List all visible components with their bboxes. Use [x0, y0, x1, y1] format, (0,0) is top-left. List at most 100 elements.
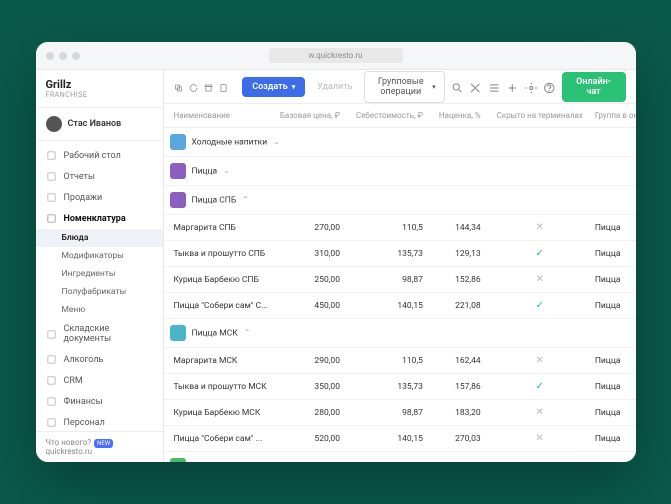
table-row[interactable]: Маргарита МСК290,00110,5162,44✕Пицца — [164, 348, 636, 374]
item-cost: 110,5 — [350, 348, 433, 374]
item-price: 350,00 — [274, 374, 350, 400]
table-row[interactable]: Тыква и прошутто МСК350,00135,73157,86✓П… — [164, 374, 636, 400]
app-window: w.quickresto.ru Grillz FRANCHISE Стас Ив… — [36, 42, 636, 462]
item-group: Пицца — [589, 348, 636, 374]
item-markup: 162,44 — [433, 348, 491, 374]
sidebar-item-7[interactable]: Финансы — [36, 391, 163, 412]
max-dot[interactable] — [72, 52, 80, 60]
group-ops-button[interactable]: Групповые операции — [364, 71, 444, 103]
col-header-3[interactable]: Наценка, % — [433, 104, 491, 128]
search-icon[interactable] — [451, 80, 464, 94]
group-row[interactable]: Пицца⌄ — [164, 157, 636, 186]
sidebar-item-8[interactable]: Персонал — [36, 412, 163, 431]
item-price: 450,00 — [274, 293, 350, 319]
item-name: Курица Барбекю МСК — [164, 400, 274, 426]
sidebar-item-3[interactable]: Номенклатура — [36, 208, 163, 229]
item-markup: 152,86 — [433, 267, 491, 293]
table-row[interactable]: Маргарита СПБ270,00110,5144,34✕Пицца — [164, 215, 636, 241]
item-price: 520,00 — [274, 426, 350, 452]
item-name: Курица Барбекю СПБ — [164, 267, 274, 293]
item-cost: 110,5 — [350, 215, 433, 241]
group-row[interactable]: Пицца СПБ⌃ — [164, 186, 636, 215]
archive-icon[interactable] — [204, 80, 213, 94]
copy-icon[interactable] — [174, 80, 183, 94]
item-markup: 157,86 — [433, 374, 491, 400]
chevron-icon: ⌃ — [244, 328, 251, 337]
sidebar: Grillz FRANCHISE Стас Иванов Рабочий сто… — [36, 70, 164, 462]
items-table: НаименованиеБазовая цена, ₽Себестоимость… — [164, 104, 636, 462]
item-hidden: ✕ — [491, 215, 589, 241]
item-name: Маргарита МСК — [164, 348, 274, 374]
chat-button[interactable]: Онлайн-чат — [562, 72, 626, 102]
col-header-5[interactable]: Группа в онлайн-меню — [589, 104, 636, 128]
item-cost: 98,87 — [350, 400, 433, 426]
tools-icon[interactable] — [469, 80, 482, 94]
sidebar-subitem-3-4[interactable]: Меню — [36, 301, 163, 319]
user-name: Стас Иванов — [68, 119, 122, 129]
item-name: Тыква и прошутто СПБ — [164, 241, 274, 267]
table-row[interactable]: Курица Барбекю СПБ250,0098,87152,86✕Пицц… — [164, 267, 636, 293]
sidebar-item-5[interactable]: Алкоголь — [36, 349, 163, 370]
category-icon — [170, 134, 186, 150]
sidebar-item-1[interactable]: Отчеты — [36, 166, 163, 187]
group-row[interactable]: Салаты⌄ — [164, 452, 636, 463]
nav-icon — [46, 171, 57, 182]
table-row[interactable]: Пицца "Собери сам" ...520,00140,15270,03… — [164, 426, 636, 452]
item-markup: 183,20 — [433, 400, 491, 426]
main: Создать Удалить Групповые операции Онлай… — [164, 70, 636, 462]
category-icon — [170, 192, 186, 208]
sidebar-subitem-3-2[interactable]: Ингредиенты — [36, 265, 163, 283]
brand-name: Grillz — [46, 78, 153, 91]
col-header-1[interactable]: Базовая цена, ₽ — [274, 104, 350, 128]
user-block[interactable]: Стас Иванов — [36, 108, 163, 141]
item-name: Пицца "Собери сам" С... — [164, 293, 274, 319]
col-header-2[interactable]: Себестоимость, ₽ — [350, 104, 433, 128]
item-hidden: ✕ — [491, 348, 589, 374]
item-price: 250,00 — [274, 267, 350, 293]
chevron-icon: ⌄ — [228, 461, 235, 462]
url-bar[interactable]: w.quickresto.ru — [268, 48, 402, 63]
close-dot[interactable] — [46, 52, 54, 60]
settings-icon[interactable] — [525, 80, 538, 94]
delete-button[interactable]: Удалить — [311, 77, 358, 97]
table-row[interactable]: Пицца "Собери сам" С...450,00140,15221,0… — [164, 293, 636, 319]
sidebar-subitem-3-3[interactable]: Полуфабрикаты — [36, 283, 163, 301]
titlebar: w.quickresto.ru — [36, 42, 636, 70]
create-button[interactable]: Создать — [242, 77, 305, 97]
whats-new[interactable]: Что нового?NEW — [46, 438, 153, 447]
table-row[interactable]: Курица Барбекю МСК280,0098,87183,20✕Пицц… — [164, 400, 636, 426]
group-row[interactable]: Пицца МСК⌃ — [164, 319, 636, 348]
sidebar-subitem-3-0[interactable]: Блюда — [36, 229, 163, 247]
category-icon — [170, 163, 186, 179]
nav-icon — [46, 375, 57, 386]
table-row[interactable]: Тыква и прошутто СПБ310,00135,73129,13✓П… — [164, 241, 636, 267]
sidebar-item-4[interactable]: Складские документы — [36, 319, 163, 349]
add-icon[interactable] — [506, 80, 519, 94]
sidebar-item-0[interactable]: Рабочий стол — [36, 145, 163, 166]
group-row[interactable]: Холодные напитки⌄ — [164, 128, 636, 157]
item-cost: 135,73 — [350, 241, 433, 267]
item-group: Пицца — [589, 374, 636, 400]
sidebar-item-6[interactable]: CRM — [36, 370, 163, 391]
sidebar-footer: Что нового?NEW quickresto.ru — [36, 431, 163, 462]
body: Grillz FRANCHISE Стас Иванов Рабочий сто… — [36, 70, 636, 462]
sidebar-item-2[interactable]: Продажи — [36, 187, 163, 208]
help-icon[interactable] — [543, 80, 556, 94]
domain-link[interactable]: quickresto.ru — [46, 447, 153, 456]
min-dot[interactable] — [59, 52, 67, 60]
item-hidden: ✓ — [491, 293, 589, 319]
col-header-0[interactable]: Наименование — [164, 104, 274, 128]
chevron-icon: ⌄ — [273, 137, 280, 146]
table-wrap[interactable]: НаименованиеБазовая цена, ₽Себестоимость… — [164, 104, 636, 462]
sidebar-subitem-3-1[interactable]: Модификаторы — [36, 247, 163, 265]
brand[interactable]: Grillz FRANCHISE — [36, 70, 163, 108]
refresh-icon[interactable] — [189, 80, 198, 94]
window-controls[interactable] — [46, 52, 80, 60]
item-hidden: ✕ — [491, 400, 589, 426]
col-header-4[interactable]: Скрыто на терминалах — [491, 104, 589, 128]
list-icon[interactable] — [488, 80, 501, 94]
item-group: Пицца — [589, 215, 636, 241]
nav-icon — [46, 396, 57, 407]
export-icon[interactable] — [219, 80, 228, 94]
toolbar: Создать Удалить Групповые операции Онлай… — [164, 70, 636, 104]
